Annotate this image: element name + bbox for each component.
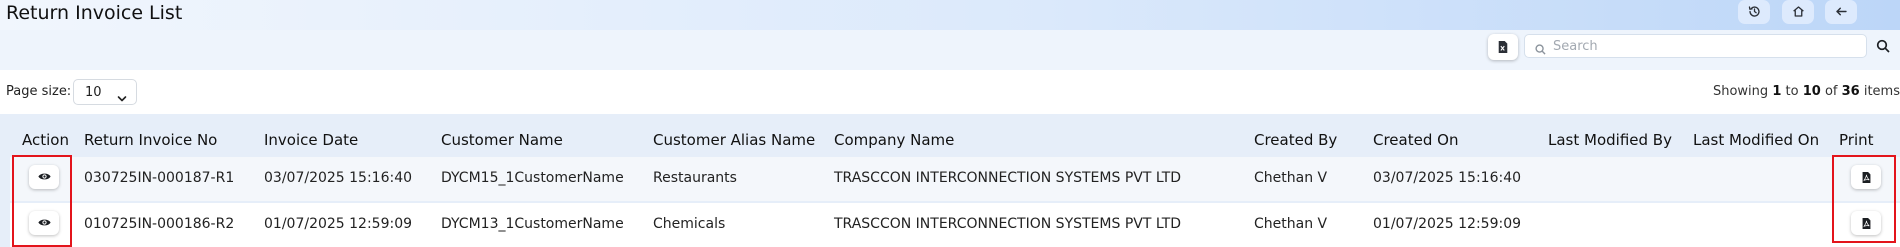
- view-button[interactable]: [29, 211, 59, 235]
- print-pdf-button[interactable]: [1851, 211, 1881, 235]
- search-icon: [1876, 38, 1890, 57]
- page-title: Return Invoice List: [6, 2, 183, 24]
- table-row: 030725IN-000187-R1 03/07/2025 15:16:40 D…: [10, 157, 1900, 201]
- cell-customer-name: DYCM13_1CustomerName: [441, 216, 624, 232]
- chevron-down-icon: [117, 88, 127, 102]
- excel-file-icon: [1497, 38, 1509, 57]
- top-bar: [0, 0, 1900, 30]
- search-field-icon: [1535, 40, 1546, 55]
- history-button[interactable]: [1738, 0, 1770, 24]
- history-icon: [1748, 3, 1761, 22]
- view-button[interactable]: [29, 165, 59, 189]
- pdf-icon: [1861, 214, 1872, 233]
- column-header-created-on[interactable]: Created On: [1373, 131, 1458, 149]
- cell-return-invoice-no: 030725IN-000187-R1: [84, 170, 235, 186]
- cell-created-by: Chethan V: [1254, 216, 1328, 232]
- page-size-label: Page size:: [6, 84, 72, 99]
- showing-summary: Showing 1 to 10 of 36 items: [1712, 84, 1900, 99]
- page-size-select[interactable]: 10: [73, 79, 137, 105]
- cell-customer-alias-name: Chemicals: [653, 216, 726, 232]
- cell-invoice-date: 03/07/2025 15:16:40: [264, 170, 413, 186]
- column-header-customer-alias-name[interactable]: Customer Alias Name: [653, 131, 815, 149]
- eye-icon: [37, 168, 51, 187]
- column-header-customer-name[interactable]: Customer Name: [441, 131, 563, 149]
- column-header-invoice-date[interactable]: Invoice Date: [264, 131, 358, 149]
- cell-company-name: TRASCCON INTERCONNECTION SYSTEMS PVT LTD: [834, 216, 1182, 232]
- arrow-left-icon: [1835, 3, 1848, 22]
- cell-customer-name: DYCM15_1CustomerName: [441, 170, 624, 186]
- page-size-value: 10: [85, 85, 102, 100]
- showing-total: 36: [1841, 84, 1860, 99]
- eye-icon: [37, 214, 51, 233]
- cell-company-name: TRASCCON INTERCONNECTION SYSTEMS PVT LTD: [834, 170, 1182, 186]
- cell-created-on: 01/07/2025 12:59:09: [1373, 216, 1522, 232]
- cell-created-on: 03/07/2025 15:16:40: [1373, 170, 1522, 186]
- column-header-last-modified-by[interactable]: Last Modified By: [1548, 131, 1672, 149]
- table-row: 010725IN-000186-R2 01/07/2025 12:59:09 D…: [10, 203, 1900, 247]
- column-header-company-name[interactable]: Company Name: [834, 131, 954, 149]
- column-header-created-by[interactable]: Created By: [1254, 131, 1337, 149]
- column-header-print: Print: [1839, 131, 1874, 149]
- cell-return-invoice-no: 010725IN-000186-R2: [84, 216, 235, 232]
- home-icon: [1792, 3, 1805, 22]
- search-field: [1524, 34, 1867, 58]
- column-header-action: Action: [22, 131, 69, 149]
- column-header-last-modified-on[interactable]: Last Modified On: [1693, 131, 1819, 149]
- search-input[interactable]: [1553, 36, 1853, 56]
- search-button[interactable]: [1872, 36, 1894, 58]
- column-header-return-invoice-no[interactable]: Return Invoice No: [84, 131, 217, 149]
- print-pdf-button[interactable]: [1851, 165, 1881, 189]
- cell-customer-alias-name: Restaurants: [653, 170, 737, 186]
- export-excel-button[interactable]: [1488, 34, 1518, 60]
- cell-invoice-date: 01/07/2025 12:59:09: [264, 216, 413, 232]
- back-button[interactable]: [1825, 0, 1857, 24]
- home-button[interactable]: [1782, 0, 1814, 24]
- showing-to: 10: [1802, 84, 1821, 99]
- showing-from: 1: [1772, 84, 1782, 99]
- cell-created-by: Chethan V: [1254, 170, 1328, 186]
- pdf-icon: [1861, 168, 1872, 187]
